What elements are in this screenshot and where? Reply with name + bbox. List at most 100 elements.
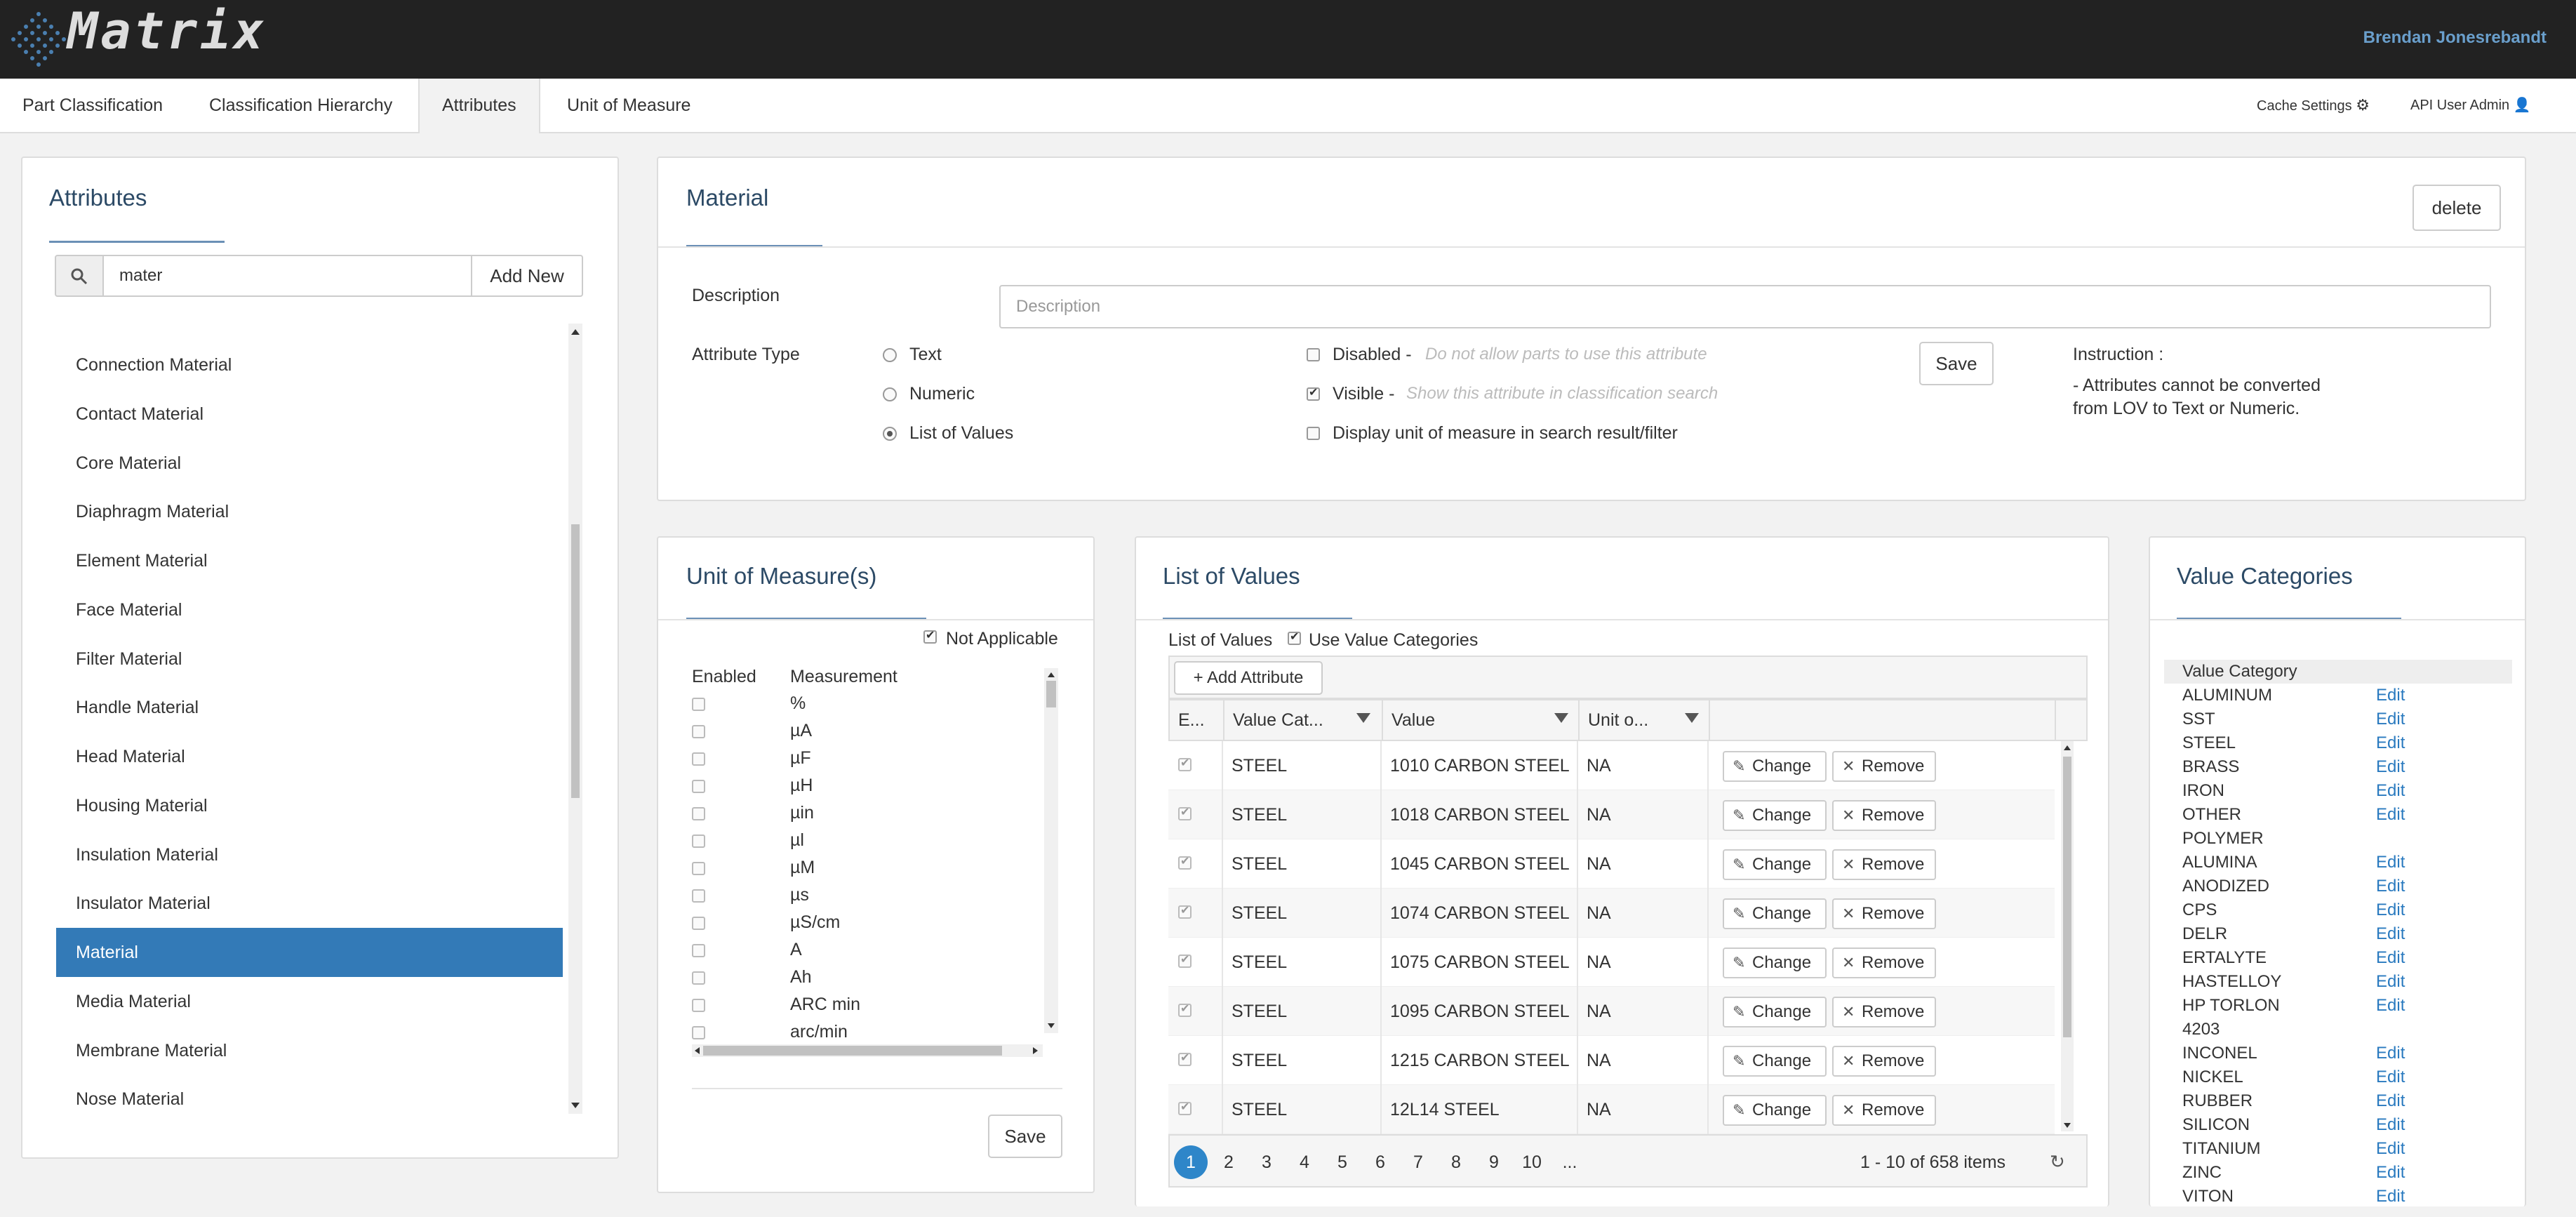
edit-link[interactable]: Edit [2376,1042,2405,1065]
refresh-icon[interactable]: ↻ [2050,1151,2065,1173]
row-enabled-checkbox[interactable] [1178,1100,1192,1115]
type-lov-radio[interactable] [883,427,897,441]
remove-button[interactable]: ✕ Remove [1832,1046,1936,1077]
add-attribute-button[interactable]: + Add Attribute [1174,661,1323,695]
edit-link[interactable]: Edit [2376,1113,2405,1137]
filter-icon[interactable] [1685,713,1699,723]
col-enabled-header[interactable]: E... [1170,700,1224,740]
edit-link[interactable]: Edit [2376,731,2405,755]
list-item[interactable]: Head Material [56,732,563,781]
edit-link[interactable]: Edit [2376,851,2405,874]
change-button[interactable]: ✎ Change [1723,947,1827,978]
page-button[interactable]: 4 [1288,1145,1321,1179]
user-name[interactable]: Brendan Jonesrebandt [2363,28,2547,48]
page-button[interactable]: 10 [1515,1145,1549,1179]
type-text-radio[interactable] [883,348,897,362]
page-button[interactable]: 1 [1174,1145,1208,1179]
page-button[interactable]: 6 [1363,1145,1397,1179]
change-button[interactable]: ✎ Change [1723,849,1827,880]
not-applicable-checkbox[interactable] [923,628,937,644]
add-new-button[interactable]: Add New [471,255,583,297]
list-item[interactable]: Core Material [56,439,563,488]
remove-button[interactable]: ✕ Remove [1832,997,1936,1028]
remove-button[interactable]: ✕ Remove [1832,947,1936,978]
visible-checkbox[interactable] [1307,385,1320,401]
list-item[interactable]: Contact Material [56,390,563,439]
uom-enable-checkbox[interactable] [692,889,705,903]
grid-scrollbar[interactable] [2061,741,2074,1131]
row-enabled-checkbox[interactable] [1178,756,1192,771]
list-item[interactable]: Media Material [56,977,563,1026]
uom-enable-checkbox[interactable] [692,780,705,793]
description-input[interactable]: Description [999,285,2491,328]
col-value-category-header[interactable]: Value Cat... [1224,700,1383,740]
edit-link[interactable]: Edit [2376,898,2405,922]
uom-enable-checkbox[interactable] [692,725,705,738]
uom-vertical-scrollbar[interactable] [1044,668,1058,1033]
cache-settings-link[interactable]: Cache Settings ⚙ [2257,79,2370,132]
disabled-checkbox[interactable] [1307,348,1320,361]
remove-button[interactable]: ✕ Remove [1832,849,1936,880]
col-value-header[interactable]: Value [1383,700,1580,740]
uom-enable-checkbox[interactable] [692,1026,705,1039]
filter-icon[interactable] [1356,713,1370,723]
uom-enable-checkbox[interactable] [692,698,705,711]
change-button[interactable]: ✎ Change [1723,898,1827,929]
row-enabled-checkbox[interactable] [1178,1051,1192,1066]
app-logo-text[interactable]: Matrix [67,1,267,60]
list-item[interactable]: Face Material [56,585,563,634]
tab-attributes[interactable]: Attributes [418,79,540,133]
change-button[interactable]: ✎ Change [1723,997,1827,1028]
tab-unit-of-measure[interactable]: Unit of Measure [545,79,713,132]
uom-enable-checkbox[interactable] [692,944,705,957]
display-uom-checkbox[interactable] [1307,427,1320,440]
edit-link[interactable]: Edit [2376,1137,2405,1161]
scroll-thumb[interactable] [1046,681,1056,707]
list-item[interactable]: Insulator Material [56,879,563,928]
list-item[interactable]: Connection Material [56,340,563,390]
tab-classification-hierarchy[interactable]: Classification Hierarchy [187,79,415,132]
remove-button[interactable]: ✕ Remove [1832,751,1936,782]
scroll-down-arrow-icon[interactable] [2064,1123,2071,1128]
edit-link[interactable]: Edit [2376,994,2405,1018]
scroll-down-arrow-icon[interactable] [1048,1023,1055,1028]
scroll-right-arrow-icon[interactable] [1033,1047,1038,1054]
type-numeric-radio[interactable] [883,387,897,401]
api-user-admin-link[interactable]: API User Admin 👤 [2410,79,2531,132]
list-item[interactable]: Diaphragm Material [56,487,563,536]
page-more-button[interactable]: ... [1553,1145,1587,1179]
change-button[interactable]: ✎ Change [1723,1046,1827,1077]
edit-link[interactable]: Edit [2376,684,2405,707]
use-value-categories-checkbox[interactable] [1288,630,1301,645]
row-enabled-checkbox[interactable] [1178,903,1192,919]
edit-link[interactable]: Edit [2376,803,2405,827]
page-button[interactable]: 9 [1477,1145,1511,1179]
change-button[interactable]: ✎ Change [1723,800,1827,831]
attribute-search-input[interactable]: mater [102,255,472,297]
edit-link[interactable]: Edit [2376,1185,2405,1209]
page-button[interactable]: 7 [1401,1145,1435,1179]
scroll-thumb[interactable] [571,524,580,798]
edit-link[interactable]: Edit [2376,946,2405,970]
remove-button[interactable]: ✕ Remove [1832,800,1936,831]
list-item[interactable]: Housing Material [56,781,563,830]
scroll-thumb[interactable] [703,1046,1002,1056]
uom-enable-checkbox[interactable] [692,752,705,766]
uom-enable-checkbox[interactable] [692,834,705,848]
col-unit-header[interactable]: Unit o... [1580,700,1710,740]
list-item[interactable]: Filter Material [56,634,563,684]
list-item[interactable]: Element Material [56,536,563,585]
edit-link[interactable]: Edit [2376,755,2405,779]
delete-button[interactable]: delete [2413,185,2501,231]
edit-link[interactable]: Edit [2376,1089,2405,1113]
uom-enable-checkbox[interactable] [692,807,705,820]
remove-button[interactable]: ✕ Remove [1832,898,1936,929]
change-button[interactable]: ✎ Change [1723,1095,1827,1126]
save-attribute-button[interactable]: Save [1919,342,1994,385]
uom-enable-checkbox[interactable] [692,862,705,875]
uom-enable-checkbox[interactable] [692,917,705,930]
scroll-left-arrow-icon[interactable] [695,1047,700,1054]
tab-part-classification[interactable]: Part Classification [0,79,185,132]
row-enabled-checkbox[interactable] [1178,805,1192,820]
scroll-down-arrow-icon[interactable] [571,1103,580,1108]
